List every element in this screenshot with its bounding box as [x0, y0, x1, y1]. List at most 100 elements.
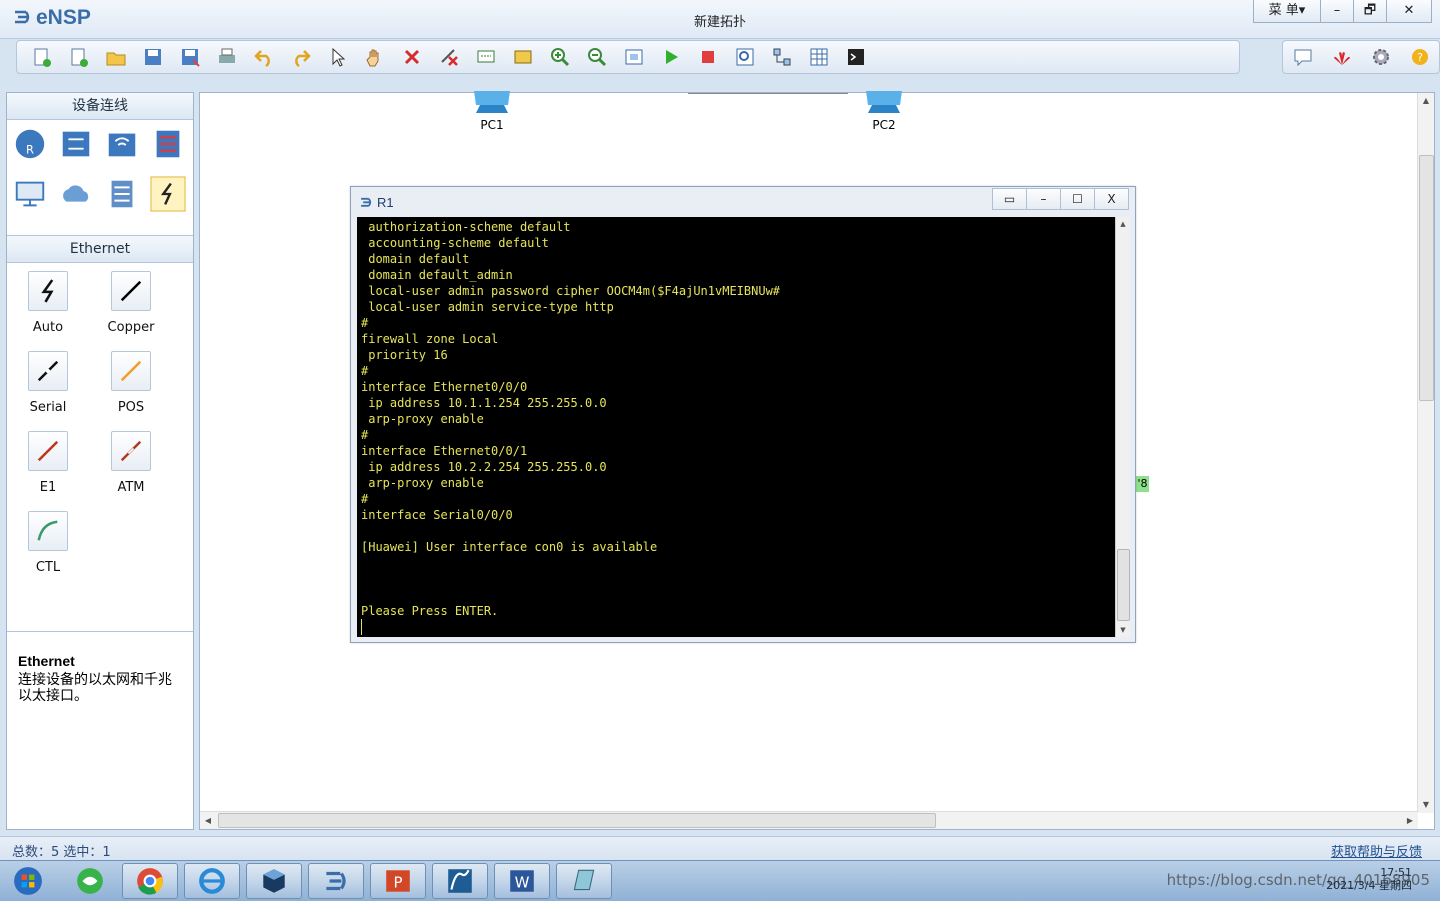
- pc-category[interactable]: [11, 175, 49, 213]
- fit-view-button[interactable]: [615, 42, 652, 72]
- pc1-node[interactable]: PC1: [462, 91, 522, 132]
- console-restore-button[interactable]: ▭: [993, 189, 1026, 209]
- stop-device-button[interactable]: [689, 42, 726, 72]
- 360-browser-icon: [77, 868, 103, 894]
- firewall-category[interactable]: [149, 125, 187, 163]
- horizontal-scroll-thumb[interactable]: [218, 813, 936, 828]
- menu-button[interactable]: 菜 单▾: [1254, 0, 1320, 22]
- restore-button[interactable]: 🗗: [1353, 0, 1386, 22]
- undo-button[interactable]: [245, 42, 282, 72]
- grid-button[interactable]: [800, 42, 837, 72]
- select-button[interactable]: [319, 42, 356, 72]
- description-title: Ethernet: [18, 653, 75, 669]
- cable-item-serial[interactable]: Serial: [13, 351, 83, 415]
- router-category[interactable]: R: [11, 125, 49, 163]
- svg-text:P: P: [393, 873, 402, 891]
- console-scrollbar[interactable]: ▲ ▼: [1115, 217, 1130, 637]
- save-button[interactable]: [134, 42, 171, 72]
- fit-view-icon: [625, 49, 642, 65]
- delete-link-button[interactable]: [430, 42, 467, 72]
- notebook-taskbar-button[interactable]: [556, 863, 612, 899]
- capture-button[interactable]: [726, 42, 763, 72]
- server-icon: [111, 180, 133, 208]
- zoom-out-button[interactable]: [578, 42, 615, 72]
- vertical-scroll-thumb[interactable]: [1419, 155, 1434, 401]
- pan-hand-button[interactable]: [356, 42, 393, 72]
- close-button[interactable]: ✕: [1386, 0, 1431, 22]
- windows-taskbar: PW https://blog.csdn.net/qq_40168905 17:…: [0, 860, 1440, 901]
- windows-start-taskbar-button[interactable]: [0, 863, 56, 899]
- zoom-in-icon: [550, 48, 569, 67]
- powerpoint-taskbar-button[interactable]: P: [370, 863, 426, 899]
- scroll-left-arrow-icon[interactable]: ◀: [200, 812, 216, 829]
- chat-button[interactable]: [1284, 42, 1321, 72]
- cable-item-atm[interactable]: ATM: [96, 431, 166, 495]
- console-terminal[interactable]: authorization-scheme default accounting-…: [357, 217, 1115, 637]
- cable-item-auto[interactable]: Auto: [13, 271, 83, 335]
- canvas-vertical-scrollbar[interactable]: ▲ ▼: [1417, 93, 1434, 813]
- canvas-horizontal-scrollbar[interactable]: ◀ ▶: [200, 811, 1418, 829]
- scroll-right-arrow-icon[interactable]: ▶: [1402, 812, 1418, 829]
- cable-item-e1[interactable]: E1: [13, 431, 83, 495]
- cable-line-icon: [120, 360, 142, 382]
- help-feedback-link[interactable]: 获取帮助与反馈: [1331, 841, 1422, 860]
- pc-icon: [15, 181, 45, 207]
- chat-icon: [1294, 49, 1311, 67]
- switch-category[interactable]: [57, 125, 95, 163]
- save-as-button[interactable]: [171, 42, 208, 72]
- start-device-button[interactable]: [652, 42, 689, 72]
- server-category[interactable]: [103, 175, 141, 213]
- chrome-taskbar-button[interactable]: [122, 863, 178, 899]
- minimize-button[interactable]: –: [1320, 0, 1353, 22]
- console-minimize-button[interactable]: –: [1026, 189, 1060, 209]
- new-topology-button[interactable]: [23, 42, 60, 72]
- cloud-category[interactable]: [57, 175, 95, 213]
- settings-button[interactable]: [1362, 42, 1399, 72]
- cable-e1-icon: [28, 431, 68, 471]
- word-icon: W: [510, 870, 534, 892]
- cable-item-pos[interactable]: POS: [96, 351, 166, 415]
- console-title: R1: [359, 195, 394, 210]
- new-example-button[interactable]: [60, 42, 97, 72]
- ensp-taskbar-button[interactable]: [308, 863, 364, 899]
- new-topology-icon: [34, 48, 51, 67]
- ie-taskbar-button[interactable]: [184, 863, 240, 899]
- svg-text:R: R: [26, 142, 34, 156]
- topology-icon: [773, 48, 790, 66]
- scroll-down-arrow-icon[interactable]: ▼: [1116, 623, 1130, 637]
- redo-button[interactable]: [282, 42, 319, 72]
- wireshark-taskbar-button[interactable]: [432, 863, 488, 899]
- system-clock[interactable]: 17:51 2021/3/4 星期四: [1326, 866, 1412, 892]
- open-button[interactable]: [97, 42, 134, 72]
- cable-category[interactable]: [149, 175, 187, 213]
- cable-label: ATM: [117, 480, 145, 495]
- delete-link-icon: [440, 49, 458, 66]
- delete-button[interactable]: [393, 42, 430, 72]
- pc2-node[interactable]: PC2: [854, 91, 914, 132]
- cable-item-copper[interactable]: Copper: [96, 271, 166, 335]
- cable-item-ctl[interactable]: CTL: [13, 511, 83, 575]
- text-note-button[interactable]: [467, 42, 504, 72]
- status-bar: 总数：5 选中：1 获取帮助与反馈: [0, 836, 1440, 861]
- huawei-button[interactable]: [1323, 42, 1360, 72]
- console-window-r1[interactable]: R1 ▭ – ☐ X authorization-scheme default …: [350, 186, 1136, 643]
- scroll-up-arrow-icon[interactable]: ▲: [1116, 217, 1130, 231]
- rectangle-button[interactable]: [504, 42, 541, 72]
- save-icon: [144, 49, 161, 65]
- virtualbox-taskbar-button[interactable]: [246, 863, 302, 899]
- wireless-category[interactable]: [103, 125, 141, 163]
- help-button[interactable]: ?: [1401, 42, 1438, 72]
- scroll-up-arrow-icon[interactable]: ▲: [1418, 93, 1434, 109]
- console-close-button[interactable]: X: [1094, 189, 1128, 209]
- scroll-down-arrow-icon[interactable]: ▼: [1418, 797, 1434, 813]
- cable-copper-icon: [111, 271, 151, 311]
- topology-button[interactable]: [763, 42, 800, 72]
- zoom-in-button[interactable]: [541, 42, 578, 72]
- console-button[interactable]: [837, 42, 874, 72]
- select-icon: [332, 47, 345, 67]
- word-taskbar-button[interactable]: W: [494, 863, 550, 899]
- console-maximize-button[interactable]: ☐: [1060, 189, 1094, 209]
- print-button[interactable]: [208, 42, 245, 72]
- 360-browser-taskbar-button[interactable]: [62, 863, 118, 899]
- console-scroll-thumb[interactable]: [1117, 549, 1130, 621]
